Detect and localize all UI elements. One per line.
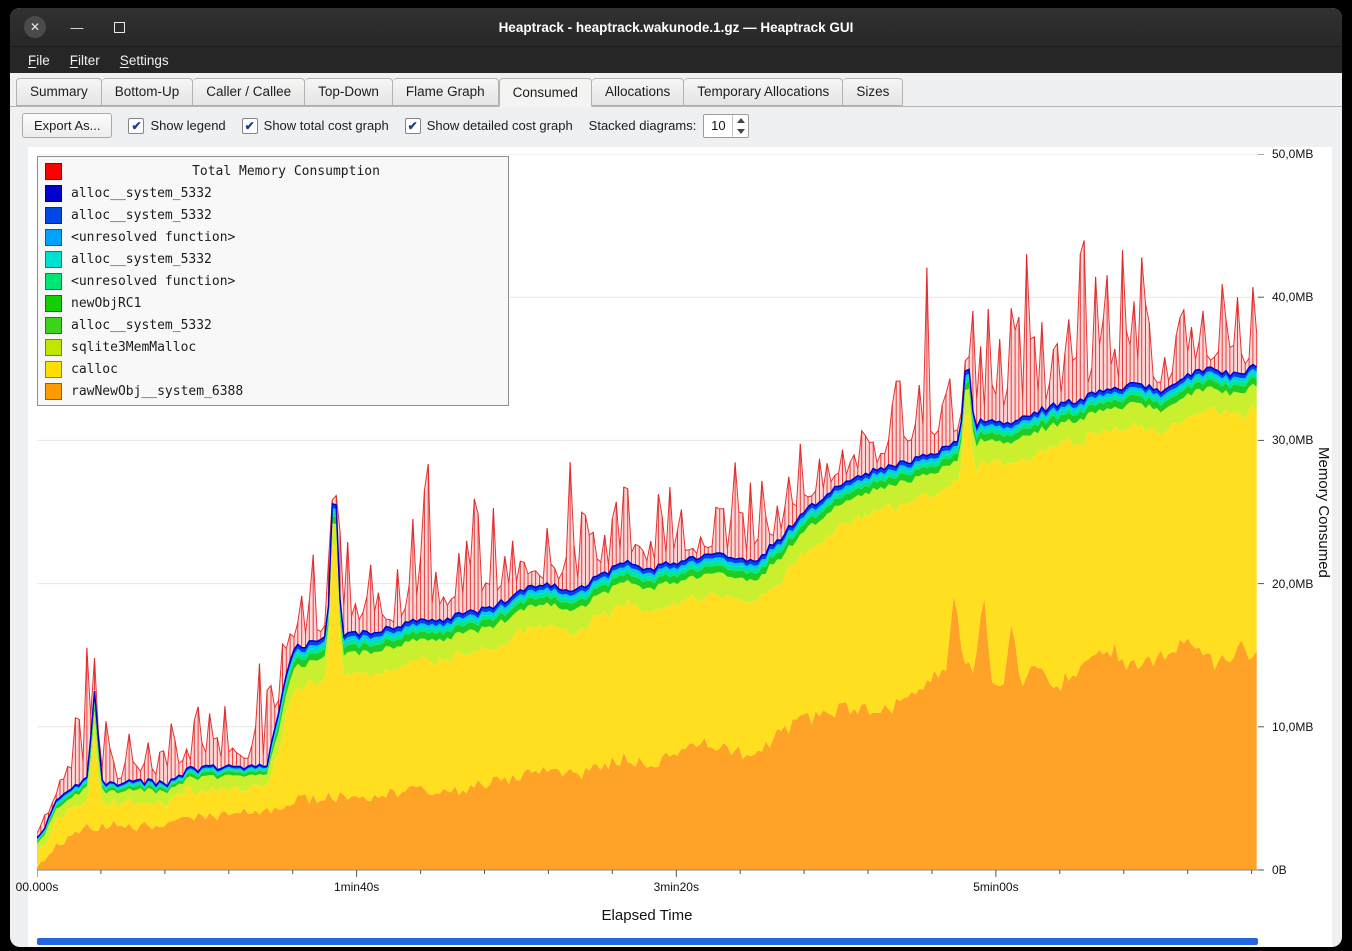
tab-flame-graph[interactable]: Flame Graph — [393, 78, 499, 106]
tab-allocations[interactable]: Allocations — [592, 78, 684, 106]
legend-swatch — [45, 295, 62, 312]
tab-bottom-up[interactable]: Bottom-Up — [102, 78, 194, 106]
tab-temporary-allocations[interactable]: Temporary Allocations — [684, 78, 843, 106]
tab-top-down[interactable]: Top-Down — [305, 78, 393, 106]
legend-item: calloc — [38, 358, 508, 380]
legend-item: sqlite3MemMalloc — [38, 336, 508, 358]
menu-item-filter[interactable]: Filter — [60, 50, 110, 71]
y-tick-label: 40,0MB — [1272, 290, 1313, 304]
legend-item: alloc__system_5332 — [38, 182, 508, 204]
checkbox-label: Show detailed cost graph — [427, 118, 573, 133]
y-tick-label: 0B — [1272, 863, 1287, 877]
legend-swatch — [45, 251, 62, 268]
stacked-diagrams-value: 10 — [704, 115, 732, 137]
checkbox-label: Show legend — [150, 118, 225, 133]
checkbox-box: ✔ — [128, 118, 144, 134]
titlebar: ✕ — Heaptrack - heaptrack.wakunode.1.gz … — [10, 8, 1342, 47]
legend-swatch — [45, 207, 62, 224]
checkbox-label: Show total cost graph — [264, 118, 389, 133]
legend-item: alloc__system_5332 — [38, 248, 508, 270]
spin-down-button[interactable] — [733, 126, 748, 137]
tab-bar: SummaryBottom-UpCaller / CalleeTop-DownF… — [10, 73, 1342, 107]
checkbox-box: ✔ — [242, 118, 258, 134]
export-as-button[interactable]: Export As... — [22, 113, 112, 138]
menu-item-file[interactable]: File — [18, 50, 60, 71]
y-tick-label: 20,0MB — [1272, 577, 1313, 591]
x-tick-label: 00.000s — [16, 880, 59, 894]
x-tick-label: 1min40s — [334, 880, 379, 894]
spin-buttons — [732, 115, 748, 137]
legend-item: <unresolved function> — [38, 270, 508, 292]
tab-summary[interactable]: Summary — [16, 78, 102, 106]
tab-sizes[interactable]: Sizes — [843, 78, 903, 106]
y-axis-title: Memory Consumed — [1315, 447, 1332, 578]
legend-item: <unresolved function> — [38, 226, 508, 248]
x-tick-label: 3min20s — [654, 880, 699, 894]
legend-title: Total Memory Consumption — [71, 164, 501, 179]
consumed-chart-panel: Total Memory Consumption alloc__system_53… — [28, 147, 1332, 947]
legend-item: alloc__system_5332 — [38, 314, 508, 336]
checkbox-box: ✔ — [405, 118, 421, 134]
menu-item-settings[interactable]: Settings — [110, 50, 179, 71]
menu-bar: FileFilterSettings — [10, 47, 1342, 73]
legend-swatch-total — [45, 163, 62, 180]
legend-swatch — [45, 339, 62, 356]
spin-up-icon — [737, 118, 745, 123]
legend-item: newObjRC1 — [38, 292, 508, 314]
stacked-diagrams-control: Stacked diagrams: 10 — [589, 114, 750, 138]
legend-item: alloc__system_5332 — [38, 204, 508, 226]
tab-consumed[interactable]: Consumed — [499, 78, 592, 107]
legend-item-label: alloc__system_5332 — [71, 208, 212, 223]
minimize-button[interactable]: — — [66, 16, 88, 38]
window-title: Heaptrack - heaptrack.wakunode.1.gz — He… — [10, 20, 1342, 35]
app-window: ✕ — Heaptrack - heaptrack.wakunode.1.gz … — [10, 8, 1342, 947]
timeline-range-slider[interactable] — [37, 938, 1258, 945]
window-controls: ✕ — — [24, 8, 130, 46]
legend-swatch — [45, 273, 62, 290]
legend-item-label: calloc — [71, 362, 118, 377]
y-tick-label: 30,0MB — [1272, 433, 1313, 447]
y-tick-label: 50,0MB — [1272, 147, 1313, 161]
toolbar: Export As... ✔ Show legend ✔ Show total cos… — [10, 107, 1342, 145]
legend-swatch — [45, 361, 62, 378]
chart-legend: Total Memory Consumption alloc__system_53… — [37, 156, 509, 406]
close-button[interactable]: ✕ — [24, 16, 46, 38]
legend-item-label: rawNewObj__system_6388 — [71, 384, 243, 399]
tab-caller-callee[interactable]: Caller / Callee — [193, 78, 305, 106]
legend-item-label: alloc__system_5332 — [71, 318, 212, 333]
legend-item-label: newObjRC1 — [71, 296, 141, 311]
x-tick-label: 5min00s — [973, 880, 1018, 894]
legend-item-label: <unresolved function> — [71, 274, 235, 289]
legend-item-label: <unresolved function> — [71, 230, 235, 245]
legend-swatch — [45, 383, 62, 400]
checkbox-show-total-cost-graph[interactable]: ✔ Show total cost graph — [242, 118, 389, 134]
maximize-icon — [114, 22, 125, 33]
legend-title-row: Total Memory Consumption — [38, 160, 508, 182]
maximize-button[interactable] — [108, 16, 130, 38]
legend-swatch — [45, 229, 62, 246]
legend-item-label: sqlite3MemMalloc — [71, 340, 196, 355]
legend-swatch — [45, 317, 62, 334]
spin-up-button[interactable] — [733, 115, 748, 126]
legend-item-label: alloc__system_5332 — [71, 186, 212, 201]
stacked-diagrams-label: Stacked diagrams: — [589, 118, 697, 133]
stacked-diagrams-spinbox[interactable]: 10 — [703, 114, 749, 138]
x-axis-title: Elapsed Time — [602, 907, 693, 924]
y-tick-label: 10,0MB — [1272, 720, 1313, 734]
checkbox-show-detailed-cost-graph[interactable]: ✔ Show detailed cost graph — [405, 118, 573, 134]
legend-item-label: alloc__system_5332 — [71, 252, 212, 267]
legend-item: rawNewObj__system_6388 — [38, 380, 508, 402]
spin-down-icon — [737, 129, 745, 134]
legend-swatch — [45, 185, 62, 202]
checkbox-group: ✔ Show legend ✔ Show total cost graph ✔ Show … — [128, 118, 572, 134]
checkbox-show-legend[interactable]: ✔ Show legend — [128, 118, 225, 134]
